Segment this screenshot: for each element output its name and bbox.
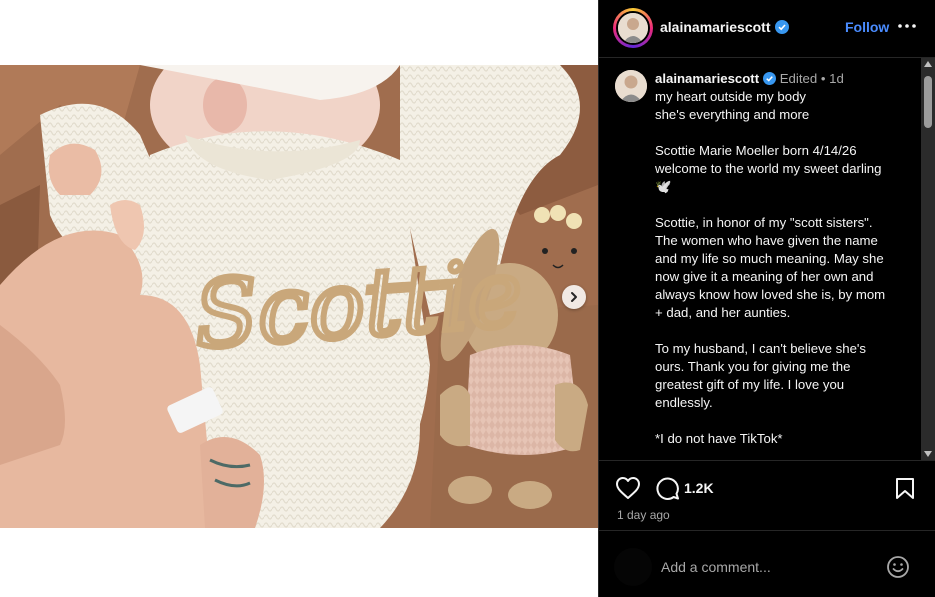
- comment-composer: [599, 530, 935, 597]
- caption-line: 🕊️: [655, 179, 672, 194]
- meta-separator: •: [820, 71, 826, 86]
- comment-input[interactable]: [659, 555, 873, 579]
- comment-button[interactable]: [655, 476, 680, 506]
- caption-line: [655, 322, 917, 340]
- comment-bubble-icon: [656, 477, 679, 500]
- header-username-text[interactable]: alainamariescott: [660, 19, 771, 35]
- chevron-right-icon: [571, 292, 577, 302]
- caption-line: Scottie, in honor of my "scott sisters".: [655, 215, 873, 230]
- heart-icon: [616, 477, 640, 499]
- emoji-button[interactable]: [886, 555, 910, 584]
- verified-badge-icon: [763, 72, 777, 85]
- caption-line: [655, 196, 917, 214]
- caption-line: + dad, and her aunties.: [655, 305, 791, 320]
- photo-pane: Scottie: [0, 0, 598, 597]
- save-button[interactable]: [895, 477, 915, 505]
- caption-avatar[interactable]: [615, 70, 647, 102]
- caption-username[interactable]: alainamariescott: [655, 71, 759, 86]
- post-image[interactable]: Scottie: [0, 65, 598, 528]
- caption-line: now give it a meaning of her own and: [655, 269, 874, 284]
- caption: alainamariescott Edited • 1d my heart ou…: [655, 70, 917, 460]
- post-header: alainamariescott Follow: [599, 0, 935, 58]
- caption-line: my heart outside my body: [655, 89, 806, 104]
- emoji-icon: [887, 556, 909, 578]
- baby-photo: Scottie: [0, 65, 598, 528]
- post-time-ago[interactable]: 1 day ago: [617, 508, 670, 522]
- caption-line: To my husband, I can't believe she's: [655, 341, 867, 356]
- caption-line: welcome to the world my sweet darling: [655, 161, 882, 176]
- more-options-icon: [898, 24, 916, 28]
- post-side-panel: alainamariescott Follow alainamariescott…: [598, 0, 935, 597]
- scroll-thumb[interactable]: [924, 76, 932, 128]
- edited-label: Edited: [779, 71, 818, 86]
- header-username[interactable]: alainamariescott: [660, 19, 789, 35]
- caption-line: always know how loved she is, by mom: [655, 287, 886, 302]
- caption-line: she's everything and more: [655, 107, 810, 122]
- caption-header-line: alainamariescott Edited • 1d: [655, 70, 917, 88]
- follow-button[interactable]: Follow: [845, 19, 889, 35]
- caption-line: [655, 412, 917, 430]
- next-image-button[interactable]: [562, 285, 586, 309]
- sweater-embroidery-text: Scottie: [191, 240, 525, 370]
- post-actions: 1.2K 1 day ago: [599, 460, 935, 530]
- caption-line: greatest gift of my life. I love you: [655, 377, 845, 392]
- more-options-button[interactable]: [897, 14, 917, 38]
- bookmark-icon: [896, 478, 914, 499]
- caption-line: *I do not have TikTok*: [655, 431, 783, 446]
- user-avatar: [614, 548, 652, 586]
- profile-avatar[interactable]: [613, 8, 653, 48]
- caption-line: and my life so much meaning. May she: [655, 251, 884, 266]
- caption-age[interactable]: 1d: [829, 71, 844, 86]
- caption-line: The women who have given the name: [655, 233, 878, 248]
- caption-line: endlessly.: [655, 395, 713, 410]
- caption-scrollbar[interactable]: [921, 58, 935, 460]
- like-button[interactable]: [615, 476, 641, 505]
- caption-line: Scottie Marie Moeller born 4/14/26: [655, 143, 857, 158]
- scroll-down-arrow-icon[interactable]: [924, 451, 932, 457]
- caption-profile-picture: [615, 70, 647, 102]
- scroll-up-arrow-icon[interactable]: [924, 61, 932, 67]
- caption-line: ours. Thank you for giving me the: [655, 359, 851, 374]
- profile-picture: [618, 13, 648, 43]
- verified-badge-icon: [774, 20, 789, 34]
- caption-line: [655, 124, 917, 142]
- comment-count[interactable]: 1.2K: [684, 480, 714, 496]
